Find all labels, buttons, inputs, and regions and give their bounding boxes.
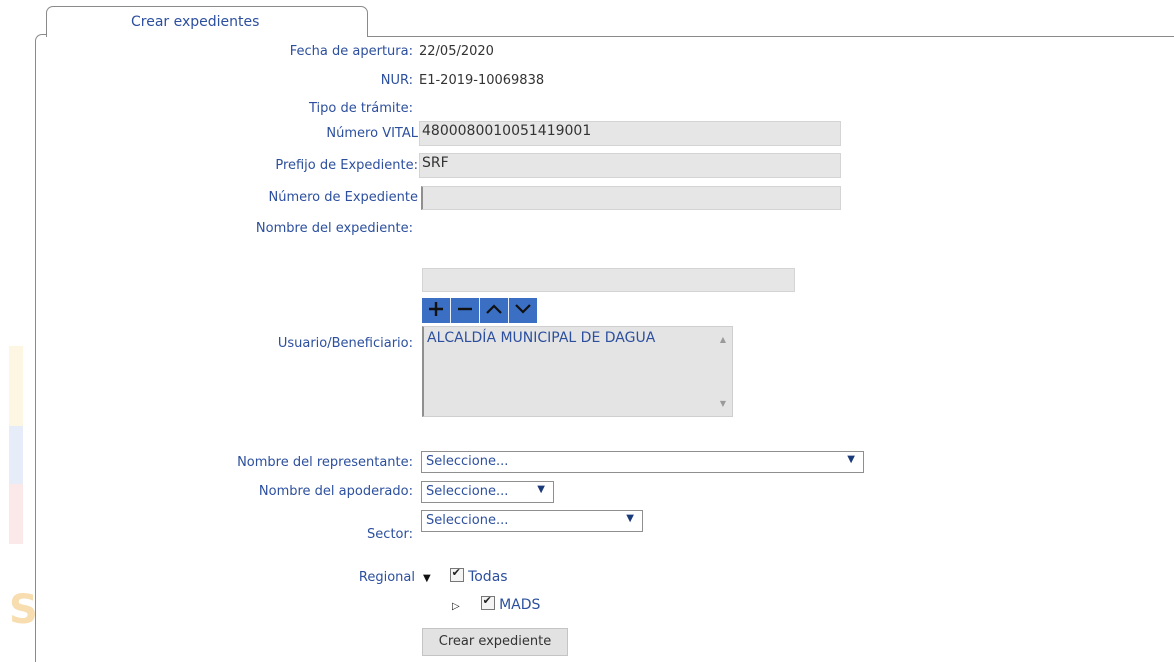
scroll-up-icon[interactable]: ▲ (720, 335, 726, 344)
add-button[interactable] (422, 298, 451, 323)
nur-value: E1-2019-10069838 (419, 73, 545, 88)
minus-icon (457, 301, 473, 321)
nombre-expediente-label: Nombre del expediente: (255, 221, 413, 236)
panel-border-left (35, 34, 48, 662)
remove-button[interactable] (451, 298, 480, 323)
sector-select-value: Seleccione... (426, 513, 509, 528)
checkbox-todas[interactable] (449, 566, 464, 582)
list-item[interactable]: ALCALDÍA MUNICIPAL DE DAGUA (427, 330, 655, 346)
tree-label-mads: MADS (499, 597, 541, 613)
checkbox-mads[interactable] (480, 594, 495, 610)
representante-label: Nombre del representante: (237, 455, 413, 470)
dropdown-arrow-icon: ▼ (537, 484, 545, 495)
regional-label: Regional (358, 570, 415, 585)
sector-select[interactable]: Seleccione... ▼ (421, 510, 643, 532)
usuario-search-input[interactable] (422, 268, 795, 292)
numero-vital-label: Número VITAL (326, 126, 418, 141)
tipo-tramite-label: Tipo de trámite: (308, 101, 413, 116)
tree-node-mads: ▷ MADS (452, 594, 541, 613)
apoderado-label: Nombre del apoderado: (258, 484, 413, 499)
scroll-down-icon[interactable]: ▼ (720, 399, 726, 408)
move-up-button[interactable] (480, 298, 509, 323)
fecha-apertura-value: 22/05/2020 (419, 44, 494, 59)
move-down-button[interactable] (509, 298, 537, 323)
decor-strip-yellow (9, 346, 23, 426)
usuario-beneficiario-list[interactable]: ALCALDÍA MUNICIPAL DE DAGUA ▲ ▼ (422, 326, 733, 417)
tab-crear-expedientes[interactable]: Crear expedientes (46, 6, 368, 37)
numero-vital-field[interactable]: 4800080010051419001 (419, 121, 841, 146)
fecha-apertura-label: Fecha de apertura: (289, 44, 413, 59)
numero-expediente-label: Número de Expediente (268, 190, 418, 205)
tab-label: Crear expedientes (131, 14, 260, 30)
tree-node-todas: ▼ Todas (423, 566, 508, 585)
prefijo-expediente-label: Prefijo de Expediente: (275, 158, 418, 173)
representante-select-value: Seleccione... (426, 454, 509, 469)
tree-label-todas: Todas (468, 569, 508, 585)
representante-select[interactable]: Seleccione... ▼ (421, 451, 864, 473)
apoderado-select-value: Seleccione... (426, 484, 509, 499)
chevron-down-icon (514, 301, 532, 321)
apoderado-select[interactable]: Seleccione... ▼ (421, 481, 554, 503)
prefijo-expediente-field[interactable]: SRF (419, 153, 841, 178)
list-control-buttons (422, 298, 537, 323)
crear-expediente-button[interactable]: Crear expediente (422, 628, 568, 656)
sector-label: Sector: (367, 527, 413, 542)
panel-border-top (366, 36, 1174, 37)
dropdown-arrow-icon: ▼ (626, 513, 634, 524)
plus-icon (428, 301, 444, 321)
tree-expanded-icon[interactable]: ▼ (423, 573, 431, 584)
nur-label: NUR: (380, 73, 413, 88)
chevron-up-icon (485, 301, 503, 321)
tree-collapsed-icon[interactable]: ▷ (452, 601, 460, 612)
decor-strip-blue (9, 426, 23, 484)
dropdown-arrow-icon: ▼ (847, 454, 855, 465)
numero-expediente-field[interactable] (421, 186, 841, 210)
usuario-beneficiario-label: Usuario/Beneficiario: (277, 336, 413, 351)
decor-strip-red (9, 484, 23, 544)
decor-logo-fragment: S (9, 587, 38, 633)
